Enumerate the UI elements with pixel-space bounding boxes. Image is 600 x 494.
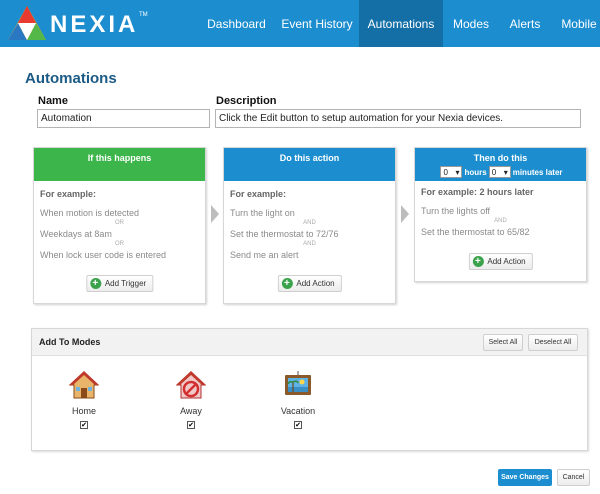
action-card: Do this action For example: Turn the lig… xyxy=(223,147,396,304)
modes-header: Add To Modes Select All Deselect All xyxy=(32,329,587,356)
trigger-connector: OR xyxy=(115,241,124,247)
arrow-right-icon xyxy=(401,205,409,223)
action-example-item: Turn the light on xyxy=(230,208,295,218)
trigger-card-header: If this happens xyxy=(34,148,205,181)
top-navigation-bar: NEXIA TM Dashboard Event History Automat… xyxy=(0,0,600,47)
nav-dashboard[interactable]: Dashboard xyxy=(200,0,273,47)
mode-vacation[interactable]: Vacation ✔ xyxy=(268,369,328,429)
add-action-button[interactable]: + Add Action xyxy=(277,275,342,292)
nav-alerts[interactable]: Alerts xyxy=(499,0,551,47)
add-to-modes-panel: Add To Modes Select All Deselect All Hom… xyxy=(31,328,588,451)
chevron-down-icon: ▾ xyxy=(455,167,460,177)
action-example-item: Send me an alert xyxy=(230,250,299,260)
delayed-example-item: Turn the lights off xyxy=(421,206,491,216)
action-card-body: For example: Turn the light on AND Set t… xyxy=(224,181,395,260)
name-label: Name xyxy=(38,95,68,107)
trigger-example-item: When motion is detected xyxy=(40,208,140,218)
trigger-example-label: For example: xyxy=(40,189,97,199)
brand-name: NEXIA xyxy=(50,11,139,38)
save-changes-button[interactable]: Save Changes xyxy=(498,469,552,486)
modes-title: Add To Modes xyxy=(39,337,101,347)
nexia-logo-icon xyxy=(8,6,46,40)
action-card-header: Do this action xyxy=(224,148,395,181)
trigger-example-item: When lock user code is entered xyxy=(40,250,167,260)
mode-home-label: Home xyxy=(71,406,96,416)
vacation-picture-icon xyxy=(285,371,311,395)
delayed-example-label: For example: 2 hours later xyxy=(421,187,534,197)
mode-home-checkbox[interactable]: ✔ xyxy=(80,421,88,429)
description-input[interactable]: Click the Edit button to setup automatio… xyxy=(215,109,581,128)
nav-modes[interactable]: Modes xyxy=(443,0,499,47)
trigger-card: If this happens For example: When motion… xyxy=(33,147,206,304)
mode-home[interactable]: Home ✔ xyxy=(54,369,114,429)
add-delayed-action-label: Add Action xyxy=(487,257,526,266)
description-label: Description xyxy=(216,95,277,107)
hours-label: hours xyxy=(464,167,487,177)
minutes-value: 0 xyxy=(491,167,497,177)
nexia-logo[interactable]: NEXIA TM xyxy=(6,4,148,44)
add-trigger-button[interactable]: + Add Trigger xyxy=(85,275,154,292)
delayed-action-card: Then do this 0 ▾ hours 0 ▾ minutes later F… xyxy=(414,147,587,282)
add-trigger-label: Add Trigger xyxy=(104,279,147,288)
action-connector: AND xyxy=(303,241,316,247)
trademark-mark: TM xyxy=(139,12,148,18)
delayed-card-body: For example: 2 hours later Turn the ligh… xyxy=(415,181,586,237)
trigger-connector: OR xyxy=(115,220,124,226)
minutes-label: minutes later xyxy=(512,167,563,177)
delayed-card-header: Then do this 0 ▾ hours 0 ▾ minutes later xyxy=(415,148,586,181)
away-house-icon xyxy=(175,371,207,399)
hours-value: 0 xyxy=(443,167,448,177)
chevron-down-icon: ▾ xyxy=(503,167,508,177)
arrow-right-icon xyxy=(211,205,219,223)
plus-icon: + xyxy=(89,278,101,289)
hours-select[interactable]: 0 ▾ xyxy=(440,166,463,178)
action-example-label: For example: xyxy=(230,189,287,199)
nav-automations[interactable]: Automations xyxy=(359,0,443,47)
action-connector: AND xyxy=(303,220,316,226)
add-action-label: Add Action xyxy=(296,279,335,288)
mode-away-checkbox[interactable]: ✔ xyxy=(187,421,195,429)
plus-icon: + xyxy=(472,256,484,267)
nav-mobile[interactable]: Mobile xyxy=(551,0,600,47)
page-title: Automations xyxy=(25,70,117,87)
select-all-button[interactable]: Select All xyxy=(483,334,523,351)
minutes-select[interactable]: 0 ▾ xyxy=(488,166,511,178)
deselect-all-button[interactable]: Deselect All xyxy=(528,334,578,351)
delayed-example-item: Set the thermostat to 65/82 xyxy=(421,227,530,237)
delayed-card-title: Then do this xyxy=(473,153,528,163)
mode-away-label: Away xyxy=(180,406,202,416)
house-icon xyxy=(68,371,100,399)
nav-event-history[interactable]: Event History xyxy=(275,0,359,47)
add-delayed-action-button[interactable]: + Add Action xyxy=(468,253,533,270)
name-input[interactable]: Automation xyxy=(37,109,210,128)
trigger-card-body: For example: When motion is detected OR … xyxy=(34,181,205,260)
mode-away[interactable]: Away ✔ xyxy=(161,369,221,429)
cancel-button[interactable]: Cancel xyxy=(557,469,590,486)
delayed-connector: AND xyxy=(494,218,507,224)
mode-vacation-label: Vacation xyxy=(280,406,316,416)
trigger-example-item: Weekdays at 8am xyxy=(40,229,112,239)
action-example-item: Set the thermostat to 72/76 xyxy=(230,229,339,239)
mode-vacation-checkbox[interactable]: ✔ xyxy=(294,421,302,429)
plus-icon: + xyxy=(281,278,293,289)
delay-controls: 0 ▾ hours 0 ▾ minutes later xyxy=(415,166,586,178)
